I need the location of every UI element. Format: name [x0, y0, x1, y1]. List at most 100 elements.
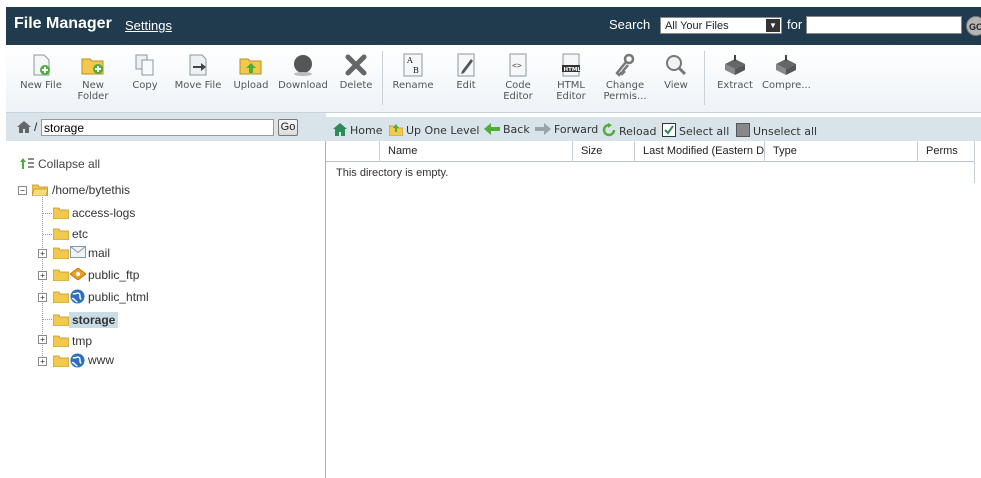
tree-connector — [43, 234, 52, 235]
back-label: Back — [503, 123, 530, 136]
upload-button[interactable]: Upload — [230, 53, 272, 91]
up-one-level-button[interactable]: Up One Level — [388, 123, 480, 137]
globe-icon — [70, 353, 85, 368]
rename-button[interactable]: A B Rename — [390, 53, 436, 91]
folder-icon — [53, 247, 69, 259]
search-label: Search — [609, 17, 651, 32]
change-permissions-label-2: Permis... — [603, 91, 647, 102]
folder-icon — [53, 314, 69, 326]
home-button[interactable]: Home — [333, 123, 382, 137]
html-editor-label-2: Editor — [556, 91, 586, 102]
edit-icon — [457, 53, 475, 77]
compress-button[interactable]: Compre... — [762, 53, 811, 91]
header-bar: File Manager Settings Search All Your Fi… — [6, 7, 981, 45]
extract-icon — [725, 55, 745, 75]
reload-button[interactable]: Reload — [602, 123, 656, 138]
new-file-button[interactable]: New File — [14, 53, 68, 91]
navigation-toolbar: Home Up One Level Back Forward Reload Se… — [326, 117, 981, 141]
column-header-type[interactable]: Type — [764, 141, 917, 162]
html-editor-button[interactable]: HTML HTML Editor — [552, 53, 590, 102]
column-header-last-modified[interactable]: Last Modified (Eastern Da — [634, 141, 764, 162]
collapse-toggle-icon[interactable]: − — [18, 186, 27, 195]
globe-icon — [70, 289, 85, 304]
folder-open-icon — [32, 184, 48, 196]
tree-item-label: public_html — [88, 290, 149, 304]
svg-text:A: A — [406, 56, 413, 65]
extract-label: Extract — [717, 80, 753, 91]
code-editor-button[interactable]: <> Code Editor — [500, 53, 536, 102]
home-icon[interactable] — [17, 121, 31, 133]
delete-button[interactable]: Delete — [336, 53, 376, 91]
main-toolbar: New File New Folder Copy Move File Uploa… — [6, 45, 981, 113]
arrow-left-icon — [484, 123, 500, 135]
app-title: File Manager — [14, 15, 112, 32]
folder-icon — [53, 269, 69, 281]
edit-label: Edit — [456, 80, 476, 91]
tree-item-label: www — [88, 353, 114, 367]
column-header-perms[interactable]: Perms — [917, 141, 975, 162]
expand-toggle-icon[interactable]: + — [38, 357, 47, 366]
tree-item-label: access-logs — [72, 206, 136, 220]
download-icon — [294, 55, 312, 76]
tree-item-label-selected: storage — [69, 312, 119, 328]
chevron-down-icon[interactable]: ▼ — [766, 19, 780, 32]
up-folder-icon — [388, 124, 404, 137]
settings-link[interactable]: Settings — [125, 18, 172, 33]
change-permissions-button[interactable]: Change Permis... — [600, 53, 650, 102]
checkbox-checked-icon — [662, 123, 676, 137]
view-label: View — [664, 80, 688, 91]
extract-button[interactable]: Extract — [712, 53, 758, 91]
arrow-right-icon — [535, 123, 551, 135]
search-scope-select[interactable]: All Your Files ▼ — [660, 17, 782, 34]
delete-icon — [345, 54, 367, 76]
tree-item-label: /home/bytethis — [52, 183, 131, 197]
tree-connector — [43, 319, 52, 320]
path-input[interactable] — [41, 119, 274, 136]
for-label: for — [787, 17, 803, 32]
svg-text:HTML: HTML — [564, 67, 582, 73]
expand-toggle-icon[interactable]: + — [38, 335, 47, 344]
path-go-button[interactable]: Go — [278, 119, 298, 136]
new-folder-icon — [81, 58, 104, 75]
reload-icon — [602, 123, 616, 137]
copy-label: Copy — [132, 80, 158, 91]
magnifier-icon — [666, 55, 687, 76]
tree-item-label: tmp — [72, 334, 93, 348]
rename-label: Rename — [392, 80, 434, 91]
delete-label: Delete — [339, 80, 373, 91]
tree-item-label: mail — [88, 246, 111, 260]
expand-toggle-icon[interactable]: + — [38, 293, 47, 302]
up-one-level-label: Up One Level — [406, 124, 480, 137]
expand-toggle-icon[interactable]: + — [38, 249, 47, 258]
svg-text:<>: <> — [512, 61, 522, 70]
move-file-button[interactable]: Move File — [172, 53, 224, 91]
column-header-size[interactable]: Size — [572, 141, 634, 162]
unselect-all-button[interactable]: Unselect all — [736, 123, 817, 138]
path-bar: / Go — [6, 113, 326, 141]
change-permissions-label-1: Change — [605, 80, 645, 91]
compress-label: Compre... — [762, 80, 811, 91]
download-button[interactable]: Download — [278, 53, 328, 91]
home-label: Home — [350, 124, 383, 137]
table-border — [974, 141, 975, 183]
search-input[interactable] — [806, 16, 962, 34]
edit-button[interactable]: Edit — [450, 53, 482, 91]
pane-divider[interactable] — [325, 141, 326, 478]
back-button[interactable]: Back — [484, 123, 530, 136]
tree-item-label: public_ftp — [88, 268, 140, 282]
tree-item-label: etc — [72, 227, 89, 241]
html-editor-icon: HTML — [562, 53, 582, 77]
new-folder-label-1: New — [82, 80, 104, 91]
forward-button[interactable]: Forward — [535, 123, 598, 136]
view-button[interactable]: View — [660, 53, 692, 91]
collapse-all-link[interactable]: Collapse all — [20, 157, 100, 171]
search-scope-value: All Your Files — [665, 20, 729, 32]
new-folder-button[interactable]: New Folder — [70, 53, 116, 102]
select-all-label: Select all — [679, 125, 730, 138]
expand-toggle-icon[interactable]: + — [38, 271, 47, 280]
copy-button[interactable]: Copy — [124, 53, 166, 91]
copy-icon — [135, 54, 154, 76]
select-all-button[interactable]: Select all — [662, 123, 729, 138]
column-header-name[interactable]: Name — [379, 141, 572, 162]
search-go-button[interactable]: GO — [966, 16, 981, 36]
